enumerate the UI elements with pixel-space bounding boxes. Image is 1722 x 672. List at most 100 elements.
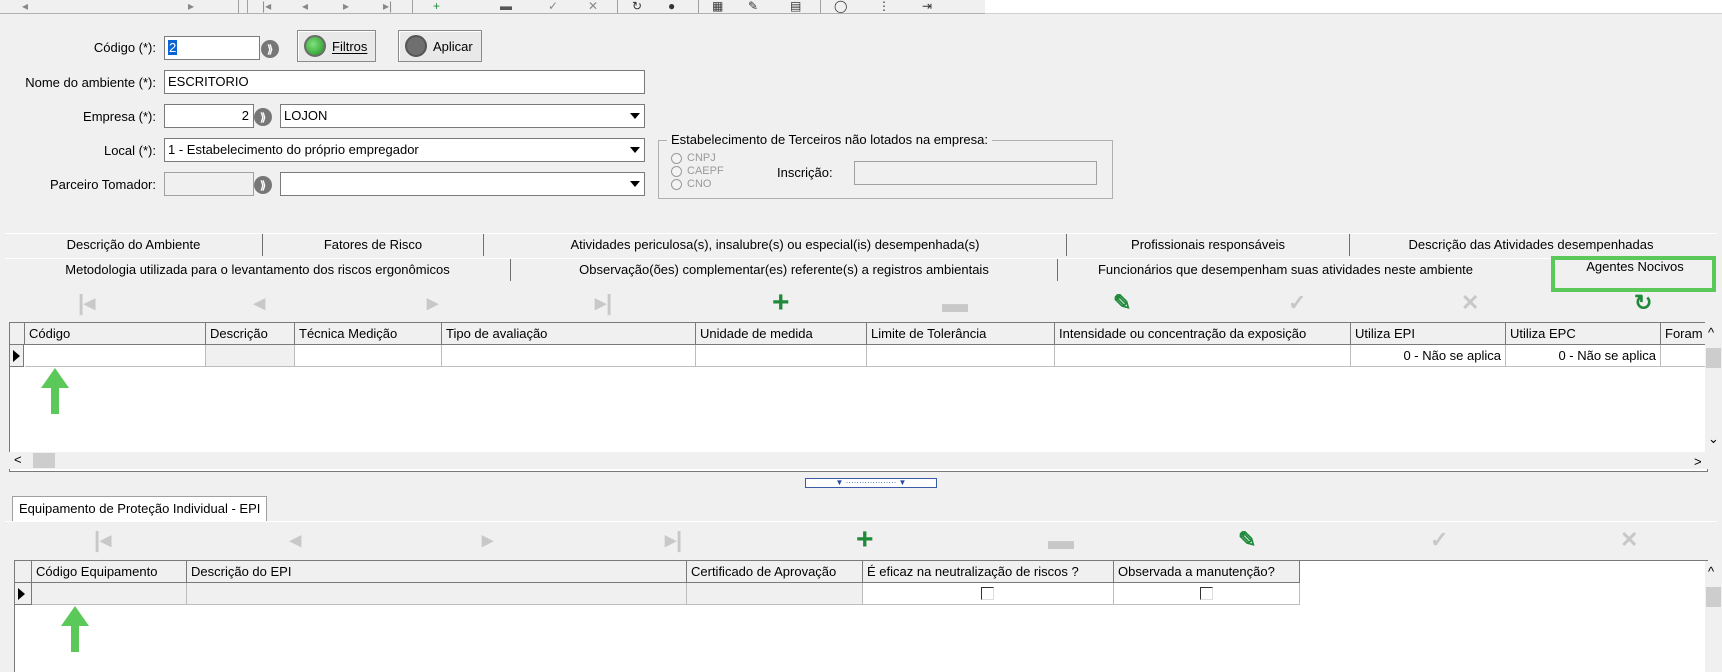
tab-funcionarios[interactable]: Funcionários que desempenham suas ativid… bbox=[1058, 259, 1513, 281]
scroll-right-icon[interactable]: > bbox=[1694, 455, 1702, 469]
add-icon[interactable]: + bbox=[772, 288, 790, 318]
delete-icon[interactable]: ▬ bbox=[500, 0, 512, 12]
cell-codigo-equipamento[interactable] bbox=[32, 583, 187, 605]
edit-icon[interactable]: ✎ bbox=[1113, 291, 1131, 315]
column-header[interactable]: Unidade de medida bbox=[696, 323, 867, 345]
chevron-down-icon[interactable] bbox=[626, 139, 644, 161]
info-dots-icon[interactable]: ⋮ bbox=[878, 0, 890, 12]
cell-codigo[interactable] bbox=[25, 345, 206, 367]
cell-certificado[interactable] bbox=[687, 583, 863, 605]
cell-eficaz[interactable] bbox=[863, 583, 1114, 605]
scroll-left-icon[interactable]: < bbox=[14, 453, 22, 467]
last-icon[interactable]: ▸| bbox=[383, 0, 392, 12]
agentes-grid[interactable]: Código Descrição Técnica Medição Tipo de… bbox=[9, 322, 1708, 472]
column-header[interactable]: Código Equipamento bbox=[32, 561, 187, 583]
add-icon[interactable]: + bbox=[856, 525, 874, 555]
cell-utiliza-epc[interactable]: 0 - Não se aplica bbox=[1506, 345, 1661, 367]
cell-utiliza-epi[interactable]: 0 - Não se aplica bbox=[1351, 345, 1506, 367]
parceiro-code-input[interactable] bbox=[164, 172, 254, 196]
add-icon[interactable]: + bbox=[433, 0, 440, 12]
cell-intensidade[interactable] bbox=[1055, 345, 1351, 367]
first-icon[interactable]: |◂ bbox=[78, 291, 95, 315]
column-header[interactable] bbox=[15, 561, 32, 583]
parceiro-select[interactable] bbox=[280, 172, 645, 196]
tab-observacoes[interactable]: Observação(ões) complementar(es) referen… bbox=[511, 259, 1057, 281]
cell-descricao-epi[interactable] bbox=[187, 583, 687, 605]
empresa-lookup-icon[interactable]: ⟫ bbox=[254, 108, 272, 126]
agentes-horizontal-scrollbar[interactable]: < > bbox=[9, 452, 1708, 469]
tab-fatores-risco[interactable]: Fatores de Risco bbox=[263, 234, 483, 256]
tools-icon[interactable]: ✎ bbox=[748, 0, 758, 12]
info-icon[interactable]: ● bbox=[668, 0, 675, 12]
column-header[interactable]: Certificado de Aprovação bbox=[687, 561, 863, 583]
help-icon[interactable]: ◯ bbox=[834, 0, 847, 12]
tab-descricao-ambiente[interactable]: Descrição do Ambiente bbox=[5, 234, 262, 256]
exit-icon[interactable]: ⇥ bbox=[922, 0, 932, 12]
manutencao-checkbox[interactable] bbox=[1200, 587, 1213, 600]
calculator-icon[interactable]: ▦ bbox=[712, 0, 723, 12]
refresh-icon[interactable]: ↻ bbox=[1634, 291, 1652, 315]
forward-icon[interactable]: ▸ bbox=[188, 0, 194, 12]
nome-input[interactable]: ESCRITORIO bbox=[164, 70, 645, 94]
delete-icon[interactable]: ▬ bbox=[942, 290, 968, 316]
prev-icon[interactable]: ◂ bbox=[290, 528, 301, 552]
cell-foram[interactable] bbox=[1661, 345, 1707, 367]
tab-descricao-atividades[interactable]: Descrição das Atividades desempenhadas bbox=[1350, 234, 1712, 256]
column-header[interactable]: Intensidade ou concentração da exposição bbox=[1055, 323, 1351, 345]
eficaz-checkbox[interactable] bbox=[981, 587, 994, 600]
scroll-thumb[interactable] bbox=[1706, 348, 1721, 368]
next-icon[interactable]: ▸ bbox=[427, 291, 438, 315]
column-header[interactable]: Observada a manutenção? bbox=[1114, 561, 1300, 583]
column-header[interactable]: Técnica Medição bbox=[295, 323, 442, 345]
scroll-up-icon[interactable]: ^ bbox=[1708, 326, 1714, 340]
first-icon[interactable]: |◂ bbox=[262, 0, 271, 12]
column-header[interactable]: Foram bbox=[1661, 323, 1707, 345]
column-header[interactable]: Limite de Tolerância bbox=[867, 323, 1055, 345]
chevron-down-icon[interactable] bbox=[626, 173, 644, 195]
last-icon[interactable]: ▸| bbox=[595, 291, 612, 315]
column-header[interactable] bbox=[10, 323, 25, 345]
scroll-thumb[interactable] bbox=[1706, 587, 1721, 607]
scroll-down-icon[interactable]: ⌄ bbox=[1708, 432, 1719, 446]
first-icon[interactable]: |◂ bbox=[94, 528, 111, 552]
scroll-thumb[interactable] bbox=[33, 453, 55, 468]
edit-icon[interactable]: ✎ bbox=[1238, 528, 1256, 552]
print-icon[interactable]: ▤ bbox=[790, 0, 801, 12]
tab-atividades-periculosas[interactable]: Atividades periculosa(s), insalubre(s) o… bbox=[484, 234, 1066, 256]
next-icon[interactable]: ▸ bbox=[343, 0, 349, 12]
prev-icon[interactable]: ◂ bbox=[302, 0, 308, 12]
prev-icon[interactable]: ◂ bbox=[254, 291, 265, 315]
inscricao-input[interactable] bbox=[854, 161, 1097, 185]
column-header[interactable]: Tipo de avaliação bbox=[442, 323, 696, 345]
cell-unidade[interactable] bbox=[696, 345, 867, 367]
tab-profissionais-responsaveis[interactable]: Profissionais responsáveis bbox=[1067, 234, 1349, 256]
refresh-icon[interactable]: ↻ bbox=[632, 0, 642, 12]
cell-tecnica[interactable] bbox=[295, 345, 442, 367]
back-icon[interactable]: ◂ bbox=[22, 0, 28, 12]
cancel-icon[interactable]: ✕ bbox=[1620, 528, 1638, 552]
delete-icon[interactable]: ▬ bbox=[1048, 527, 1074, 553]
row-indicator[interactable] bbox=[10, 345, 24, 367]
cell-manutencao[interactable] bbox=[1114, 583, 1300, 605]
agentes-vertical-scrollbar[interactable]: ^ ⌄ bbox=[1705, 322, 1722, 453]
tab-epi[interactable]: Equipamento de Proteção Individual - EPI bbox=[12, 496, 268, 522]
filtros-button[interactable]: Filtros bbox=[297, 30, 377, 62]
column-header[interactable]: Código bbox=[25, 323, 206, 345]
local-select[interactable]: 1 - Estabelecimento do próprio empregado… bbox=[164, 138, 645, 162]
row-indicator[interactable] bbox=[15, 583, 32, 605]
last-icon[interactable]: ▸| bbox=[665, 528, 682, 552]
empresa-code-input[interactable]: 2 bbox=[164, 104, 254, 128]
post-icon[interactable]: ✓ bbox=[1430, 528, 1448, 552]
parceiro-lookup-icon[interactable]: ⟫ bbox=[254, 176, 272, 194]
tab-metodologia[interactable]: Metodologia utilizada para o levantament… bbox=[5, 259, 510, 281]
empresa-select[interactable]: LOJON bbox=[280, 104, 645, 128]
cancel-icon[interactable]: ✕ bbox=[588, 0, 598, 12]
cell-limite[interactable] bbox=[867, 345, 1055, 367]
column-header[interactable]: Descrição do EPI bbox=[187, 561, 687, 583]
column-header[interactable]: Descrição bbox=[206, 323, 295, 345]
scroll-up-icon[interactable]: ^ bbox=[1708, 565, 1714, 579]
epi-vertical-scrollbar[interactable]: ^ bbox=[1705, 561, 1722, 672]
post-icon[interactable]: ✓ bbox=[1288, 291, 1306, 315]
cno-radio[interactable]: CNO bbox=[671, 178, 711, 190]
column-header[interactable]: Utiliza EPC bbox=[1506, 323, 1661, 345]
